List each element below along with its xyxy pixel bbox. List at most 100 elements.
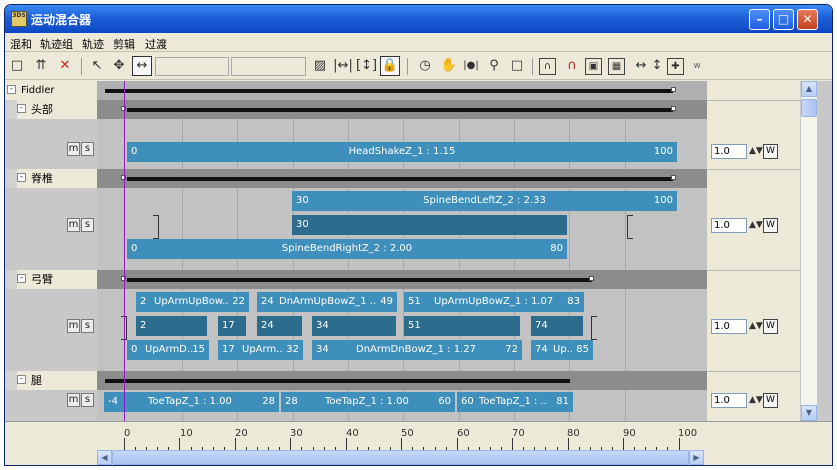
weight-spinner-icon[interactable]: ▲▼	[749, 393, 763, 408]
current-frame-marker[interactable]	[124, 81, 125, 421]
pan-hand-icon[interactable]: ✋	[439, 56, 459, 76]
clip-toe-tap-1[interactable]: -4 ToeTapZ_1 : 1.00 28	[104, 392, 279, 412]
menu-clip[interactable]: 剪辑	[113, 36, 135, 52]
transition-arm-4[interactable]: 34	[312, 316, 396, 336]
collapse-icon[interactable]: -	[7, 85, 16, 94]
transition-arm-3[interactable]: 24	[257, 316, 302, 336]
solo-button[interactable]: s	[81, 319, 94, 333]
clip-spine-bend-left[interactable]: 30 SpineBendLeftZ_2 : 2.33 100	[292, 191, 677, 211]
lock-icon[interactable]: 🔒	[380, 56, 400, 76]
vertical-resize-icon[interactable]: ↕	[647, 56, 667, 76]
menu-track-group[interactable]: 轨迹组	[40, 36, 73, 52]
add-track-icon[interactable]: □	[7, 56, 27, 76]
clip-up-arm-up-bow-b[interactable]: 51 UpArmUpBowZ_1 : 1.07 83	[404, 292, 584, 312]
weight-spinner-icon[interactable]: ▲▼	[749, 319, 763, 334]
menu-track[interactable]: 轨迹	[82, 36, 104, 52]
weight-spinner-icon[interactable]: ▲▼	[749, 144, 763, 159]
range-end-handle[interactable]	[671, 175, 676, 180]
mute-button[interactable]: m	[67, 393, 80, 407]
track-leg[interactable]: -4 ToeTapZ_1 : 1.00 28 28 ToeTapZ_1 : 1.…	[97, 390, 707, 421]
mute-button[interactable]: m	[67, 319, 80, 333]
collapse-icon[interactable]: -	[17, 104, 26, 113]
weight-field-head[interactable]: 1.0	[711, 144, 747, 159]
range-end-handle[interactable]	[589, 276, 594, 281]
range-icon[interactable]: |↔|	[333, 56, 353, 76]
solo-button[interactable]: s	[81, 218, 94, 232]
title-bar[interactable]: 3DS 运动混合器 – □ ✕	[5, 5, 832, 33]
time-ruler[interactable]: 0 10 20 30 40 50 60 70 80 90 100	[97, 426, 697, 450]
clip-up-arm-dn-a[interactable]: 0 UpArmD.. 15	[127, 340, 209, 360]
scroll-up-icon[interactable]: ▲	[801, 81, 817, 97]
clip-toe-tap-2[interactable]: 28 ToeTapZ_1 : 1.00 60	[281, 392, 455, 412]
scale-clip-icon[interactable]: ↔	[132, 56, 152, 76]
weight-field-arm[interactable]: 1.0	[711, 319, 747, 334]
collapse-icon[interactable]: -	[17, 274, 26, 283]
range-end-handle[interactable]	[671, 87, 676, 92]
add-icon[interactable]: ✚	[667, 58, 684, 75]
zoom-extents-icon[interactable]: |●|	[461, 56, 481, 76]
grid-icon[interactable]: ▦	[608, 58, 625, 75]
transition-arm-6[interactable]: 74	[531, 316, 583, 336]
horizontal-scrollbar[interactable]: ◀ ▶	[97, 450, 704, 465]
track-spine[interactable]: 30 SpineBendLeftZ_2 : 2.33 100 30 0 Spin…	[97, 188, 707, 270]
weight-field-leg[interactable]: 1.0	[711, 393, 747, 408]
scroll-down-icon[interactable]: ▼	[801, 405, 817, 421]
loop-icon[interactable]: ∩	[562, 56, 582, 76]
ruler-label: 70	[512, 428, 525, 439]
clip-field-2[interactable]	[231, 57, 306, 76]
set-range-icon[interactable]: ∩	[539, 58, 556, 75]
clock-icon[interactable]: ◷	[415, 56, 435, 76]
mute-button[interactable]: m	[67, 218, 80, 232]
weight-curve-button[interactable]: W	[763, 218, 778, 233]
track-label-arm: m s	[5, 289, 97, 371]
weight-spinner-icon[interactable]: ▲▼	[749, 218, 763, 233]
weight-curve-button[interactable]: W	[763, 144, 778, 159]
track-head[interactable]: 0 HeadShakeZ_1 : 1.15 100	[97, 119, 707, 169]
fit-icon[interactable]: ▨	[310, 56, 330, 76]
clip-up-arm-up-bow-a[interactable]: 2 UpArmUpBow.. 22	[136, 292, 249, 312]
zoom-region-icon[interactable]: □	[507, 56, 527, 76]
scroll-right-icon[interactable]: ▶	[689, 450, 704, 465]
menu-blend[interactable]: 混和	[10, 36, 32, 52]
zoom-icon[interactable]: ⚲	[484, 56, 504, 76]
vertical-scrollbar[interactable]: ▲ ▼	[801, 81, 817, 421]
group-range-line	[127, 177, 673, 181]
weight-curve-button[interactable]: W	[763, 319, 778, 334]
clip-field-1[interactable]	[155, 57, 229, 76]
maximize-button[interactable]: □	[773, 9, 794, 30]
collapse-icon[interactable]: -	[17, 173, 26, 182]
select-arrow-icon[interactable]: ↖	[87, 56, 107, 76]
clip-toe-tap-3[interactable]: 60 ToeTapZ_1 : .. 81	[457, 392, 573, 412]
close-button[interactable]: ✕	[797, 9, 818, 30]
snap-icon[interactable]: [↕]	[356, 56, 377, 76]
clip-dn-arm-up-bow[interactable]: 24 DnArmUpBowZ_1 .. 49	[257, 292, 397, 312]
clip-headshake[interactable]: 0 HeadShakeZ_1 : 1.15 100	[127, 142, 677, 162]
clip-dn-arm-dn-bow[interactable]: 34 DnArmDnBowZ_1 : 1.27 72	[312, 340, 522, 360]
weight-field-spine[interactable]: 1.0	[711, 218, 747, 233]
clip-up-arm-dn-c[interactable]: 74 Up.. 85	[531, 340, 593, 360]
range-end-handle[interactable]	[671, 106, 676, 111]
solo-button[interactable]: s	[81, 142, 94, 156]
solo-button[interactable]: s	[81, 393, 94, 407]
transition-arm-1[interactable]: 2	[136, 316, 207, 336]
frame-icon[interactable]: ▣	[585, 58, 602, 75]
transition-arm-2[interactable]: 17	[218, 316, 246, 336]
ruler-tick	[623, 438, 625, 450]
weight-curve-button[interactable]: W	[763, 393, 778, 408]
menu-transition[interactable]: 过渡	[145, 36, 167, 52]
clip-up-arm-dn-b[interactable]: 17 UpArm.. 32	[218, 340, 303, 360]
scroll-thumb[interactable]	[112, 450, 689, 465]
collapse-icon[interactable]: -	[17, 375, 26, 384]
move-icon[interactable]: ✥	[109, 56, 129, 76]
track-arm[interactable]: 2 UpArmUpBow.. 22 24 DnArmUpBowZ_1 .. 49…	[97, 289, 707, 371]
transition-spine[interactable]: 30	[292, 215, 567, 235]
ruler-label: 60	[457, 428, 470, 439]
minimize-button[interactable]: –	[749, 9, 770, 30]
delete-icon[interactable]: ✕	[55, 56, 75, 76]
scroll-left-icon[interactable]: ◀	[97, 450, 112, 465]
clip-spine-bend-right[interactable]: 0 SpineBendRightZ_2 : 2.00 80	[127, 239, 567, 259]
add-trackgroup-icon[interactable]: ⇈	[31, 56, 51, 76]
scroll-thumb[interactable]	[801, 99, 817, 117]
mute-button[interactable]: m	[67, 142, 80, 156]
transition-arm-5[interactable]: 51	[404, 316, 520, 336]
